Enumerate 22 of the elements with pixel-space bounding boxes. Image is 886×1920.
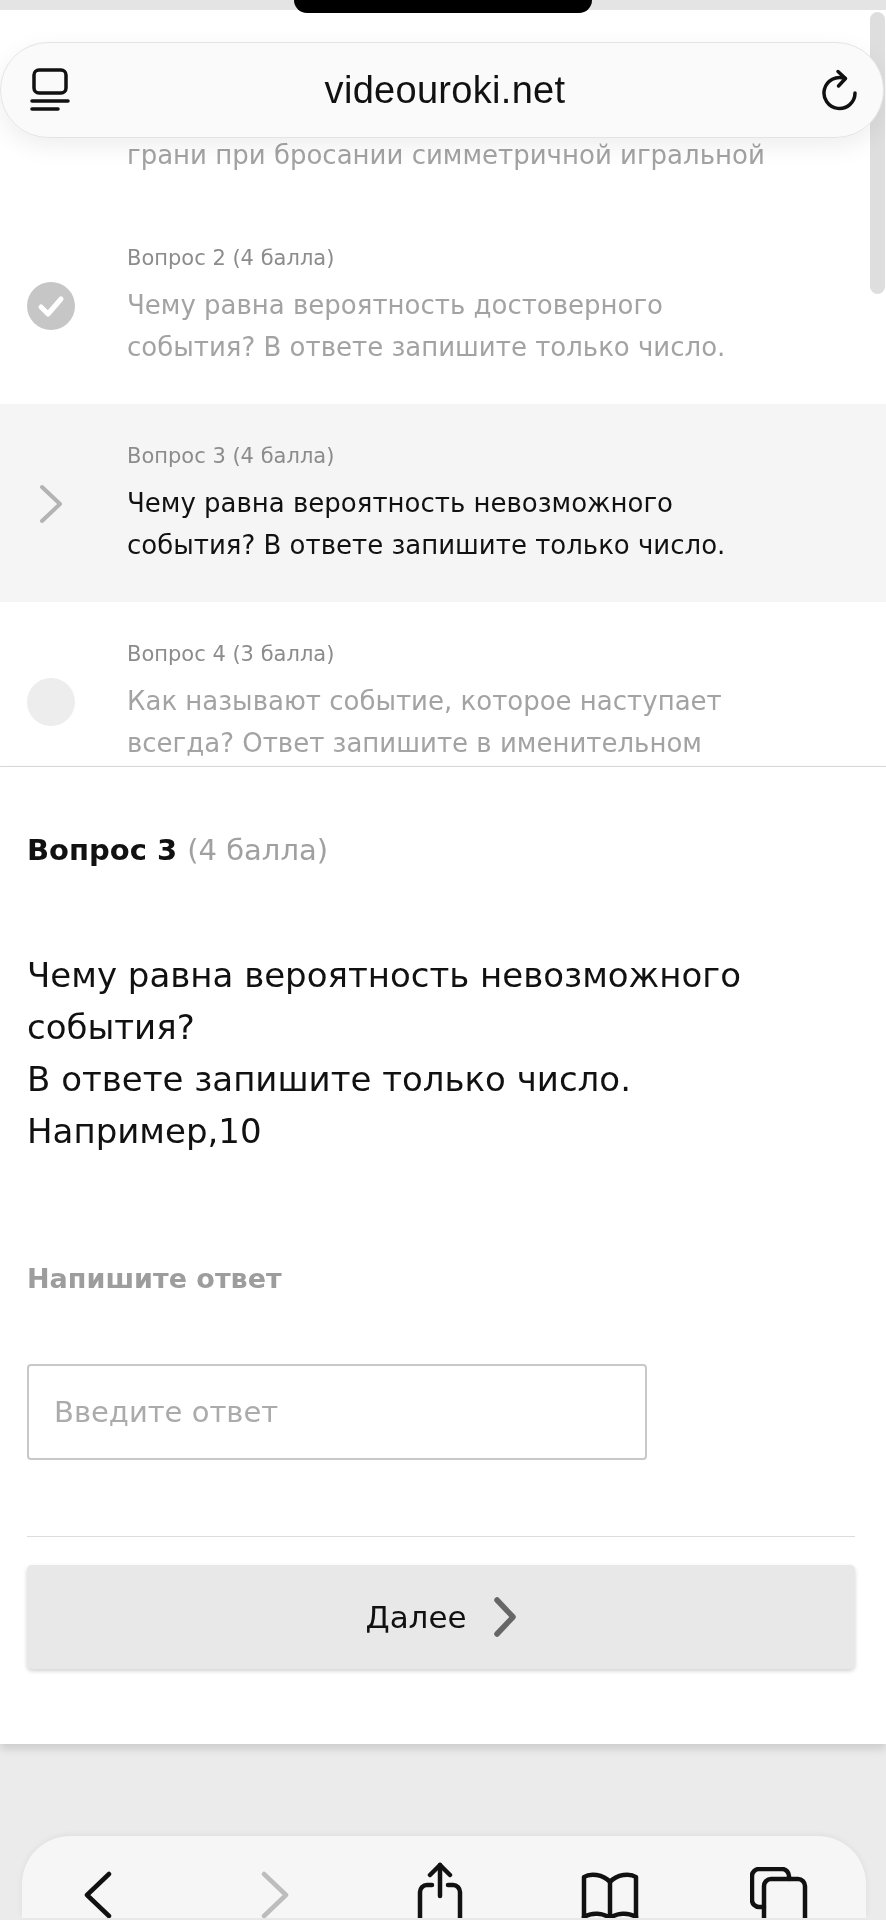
url-text[interactable]: videouroki.net [324,68,566,112]
chevron-right-icon [492,1596,517,1638]
next-button[interactable]: Далее [27,1565,855,1669]
answer-label: Напишите ответ [27,1262,283,1296]
question-points: (4 балла) [187,832,328,869]
page-menu-icon[interactable] [30,68,70,112]
question-label: Вопрос 3 (4 балла) [127,443,335,470]
question-text: Чему равна вероятность невозможного события? В ответе запишите только число. [127,487,727,562]
tabs-icon[interactable] [750,1867,808,1918]
back-icon[interactable] [83,1871,113,1918]
question-list-item[interactable]: Вопрос 3 (4 балла) Чему равна вероятность невозможного события? В ответе запишите только число. [0,404,886,602]
question-text: грани при бросании симметричной игральной [127,140,766,170]
book-icon[interactable] [580,1871,640,1918]
answer-input-field[interactable]: Введите ответ [27,1364,647,1460]
reload-icon[interactable] [820,69,860,111]
question-label: Вопрос 2 (4 балла) [127,245,335,272]
address-bar[interactable]: videouroki.net [0,42,884,138]
question-title: Вопрос 3 [27,832,178,869]
question-text: Чему равна вероятность достоверного события? В ответе запишите только число. [127,289,727,364]
question-label: Вопрос 4 (3 балла) [127,641,335,668]
question-text: Чему равна вероятность невозможного события? В ответе запишите только число. Например,10 [27,954,742,1153]
question-text: Как называют событие, которое наступает всегда? Ответ запишите в именительном [127,685,723,760]
